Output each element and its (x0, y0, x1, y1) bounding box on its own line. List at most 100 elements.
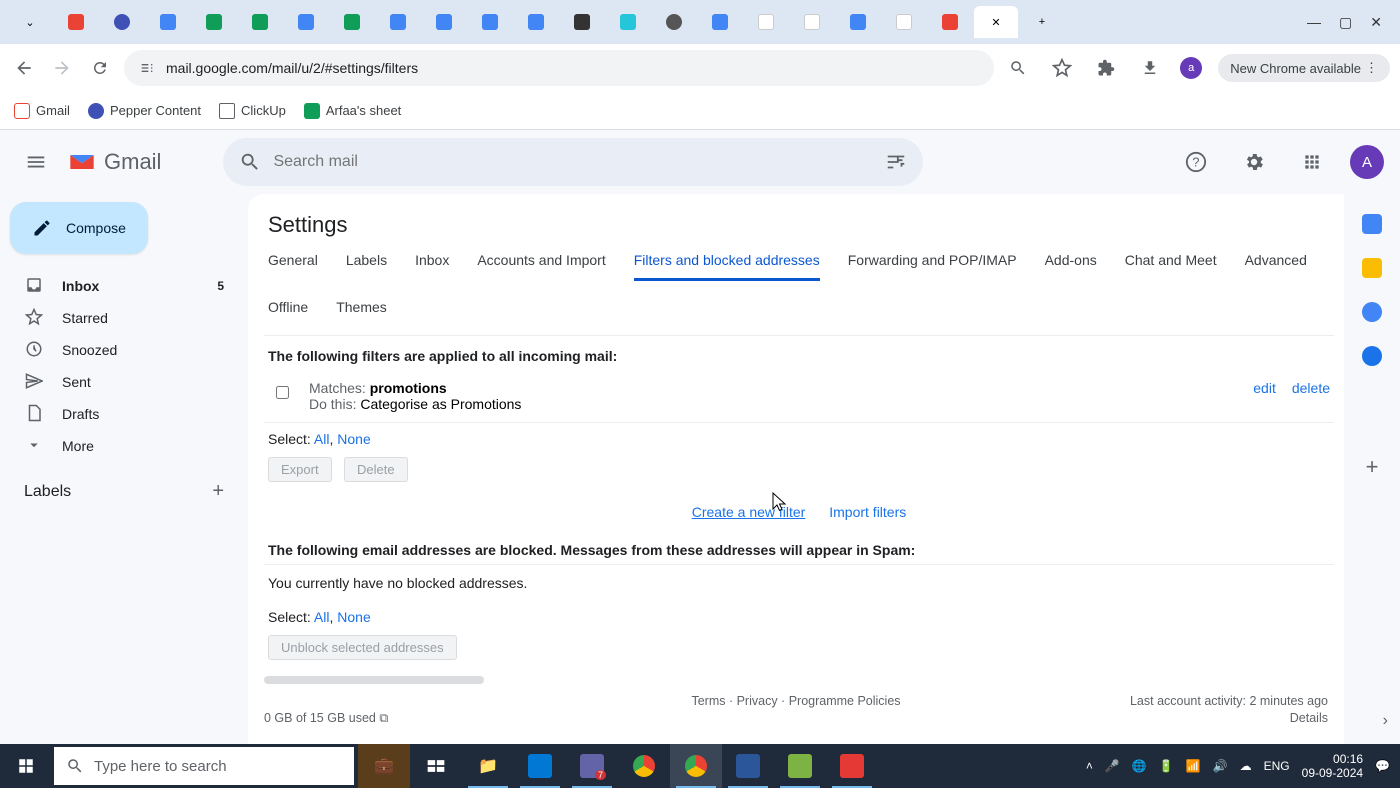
tab-dropdown[interactable]: ⌄ (8, 6, 52, 38)
tab-labels[interactable]: Labels (346, 252, 387, 281)
keep-icon[interactable] (1362, 258, 1382, 278)
nav-item-inbox[interactable]: Inbox5 (10, 270, 238, 302)
tab-15[interactable] (698, 6, 742, 38)
select-all-filters[interactable]: All (314, 431, 330, 447)
tab-14[interactable] (652, 6, 696, 38)
calendar-icon[interactable] (1362, 214, 1382, 234)
contacts-icon[interactable] (1362, 346, 1382, 366)
main-menu-button[interactable] (16, 142, 56, 182)
tab-forwarding-and-pop-imap[interactable]: Forwarding and POP/IMAP (848, 252, 1017, 281)
tab-filters-and-blocked-addresses[interactable]: Filters and blocked addresses (634, 252, 820, 281)
taskbar-task-view[interactable] (410, 744, 462, 788)
edit-filter-link[interactable]: edit (1253, 380, 1276, 396)
zoom-icon[interactable] (1004, 54, 1032, 82)
tab-9[interactable] (422, 6, 466, 38)
taskbar-outlook[interactable] (514, 744, 566, 788)
close-window-button[interactable]: ✕ (1370, 14, 1382, 31)
expand-panel-icon[interactable]: › (1383, 712, 1388, 730)
taskbar-word[interactable] (722, 744, 774, 788)
add-label-button[interactable]: + (212, 480, 224, 503)
taskbar-search[interactable]: Type here to search (54, 747, 354, 785)
tab-6[interactable] (284, 6, 328, 38)
taskbar-explorer[interactable]: 📁 (462, 744, 514, 788)
unblock-button[interactable]: Unblock selected addresses (268, 635, 457, 660)
downloads-icon[interactable] (1136, 54, 1164, 82)
nav-item-starred[interactable]: Starred (10, 302, 238, 334)
close-tab-icon[interactable]: ✕ (991, 16, 1000, 29)
nav-item-more[interactable]: More (10, 430, 238, 462)
forward-button[interactable] (48, 54, 76, 82)
tab-2[interactable] (100, 6, 144, 38)
tab-themes[interactable]: Themes (336, 299, 387, 325)
open-storage-icon[interactable]: ⧉ (379, 711, 388, 725)
bookmark-clickup[interactable]: ClickUp (219, 103, 286, 119)
tab-gmail[interactable] (54, 6, 98, 38)
nav-item-sent[interactable]: Sent (10, 366, 238, 398)
start-button[interactable] (0, 744, 52, 788)
tab-18[interactable] (836, 6, 880, 38)
create-filter-link[interactable]: Create a new filter (692, 504, 806, 520)
new-tab-button[interactable]: + (1020, 6, 1064, 38)
tab-12[interactable] (560, 6, 604, 38)
tab-11[interactable] (514, 6, 558, 38)
gmail-logo[interactable]: Gmail (68, 148, 161, 176)
import-filters-link[interactable]: Import filters (829, 504, 906, 520)
details-link[interactable]: Details (1290, 711, 1328, 726)
tray-volume-icon[interactable]: 🔊 (1213, 759, 1228, 773)
tray-notifications-icon[interactable]: 💬 (1375, 759, 1390, 773)
bookmark-arfaa-sheet[interactable]: Arfaa's sheet (304, 103, 401, 119)
tray-wifi-icon[interactable]: 📶 (1186, 759, 1201, 773)
filter-checkbox[interactable] (276, 386, 289, 399)
tab-3[interactable] (146, 6, 190, 38)
new-chrome-button[interactable]: New Chrome available ⋮ (1218, 54, 1390, 82)
tray-globe-icon[interactable]: 🌐 (1132, 759, 1147, 773)
tray-battery-icon[interactable]: 🔋 (1159, 759, 1174, 773)
bookmark-gmail[interactable]: Gmail (14, 103, 70, 119)
tray-lang[interactable]: ENG (1264, 759, 1290, 773)
support-button[interactable]: ? (1176, 142, 1216, 182)
addons-plus-icon[interactable]: + (1366, 454, 1379, 480)
select-none-filters[interactable]: None (337, 431, 370, 447)
tab-accounts-and-import[interactable]: Accounts and Import (477, 252, 605, 281)
taskbar-teams[interactable]: 7 (566, 744, 618, 788)
tab-7[interactable] (330, 6, 374, 38)
tray-clock[interactable]: 00:16 09-09-2024 (1302, 752, 1363, 781)
reload-button[interactable] (86, 54, 114, 82)
taskbar-app-red[interactable] (826, 744, 878, 788)
tab-8[interactable] (376, 6, 420, 38)
tab-advanced[interactable]: Advanced (1245, 252, 1307, 281)
taskbar-app-briefcase[interactable]: 💼 (358, 744, 410, 788)
tab-general[interactable]: General (268, 252, 318, 281)
search-input[interactable] (273, 153, 873, 171)
delete-button[interactable]: Delete (344, 457, 408, 482)
nav-item-drafts[interactable]: Drafts (10, 398, 238, 430)
profile-badge[interactable]: a (1180, 57, 1202, 79)
select-all-blocked[interactable]: All (314, 609, 330, 625)
maximize-button[interactable]: ▢ (1339, 14, 1352, 31)
tab-10[interactable] (468, 6, 512, 38)
tab-active[interactable]: ✕ (974, 6, 1018, 38)
privacy-link[interactable]: Privacy (737, 694, 778, 708)
taskbar-chrome-1[interactable] (618, 744, 670, 788)
tray-mic-icon[interactable]: 🎤 (1105, 759, 1120, 773)
terms-link[interactable]: Terms (691, 694, 725, 708)
select-none-blocked[interactable]: None (337, 609, 370, 625)
tab-20[interactable] (928, 6, 972, 38)
tasks-icon[interactable] (1362, 302, 1382, 322)
horizontal-scrollbar[interactable] (264, 676, 484, 684)
delete-filter-link[interactable]: delete (1292, 380, 1330, 396)
nav-item-snoozed[interactable]: Snoozed (10, 334, 238, 366)
minimize-button[interactable]: — (1307, 14, 1321, 31)
policies-link[interactable]: Programme Policies (789, 694, 901, 708)
tab-inbox[interactable]: Inbox (415, 252, 449, 281)
tab-chat-and-meet[interactable]: Chat and Meet (1125, 252, 1217, 281)
bookmark-pepper[interactable]: Pepper Content (88, 103, 201, 119)
search-options-icon[interactable] (885, 151, 907, 173)
settings-button[interactable] (1234, 142, 1274, 182)
address-bar[interactable]: mail.google.com/mail/u/2/#settings/filte… (124, 50, 994, 86)
tab-4[interactable] (192, 6, 236, 38)
site-info-icon[interactable] (138, 59, 156, 77)
tab-add-ons[interactable]: Add-ons (1045, 252, 1097, 281)
tab-13[interactable] (606, 6, 650, 38)
extensions-icon[interactable] (1092, 54, 1120, 82)
